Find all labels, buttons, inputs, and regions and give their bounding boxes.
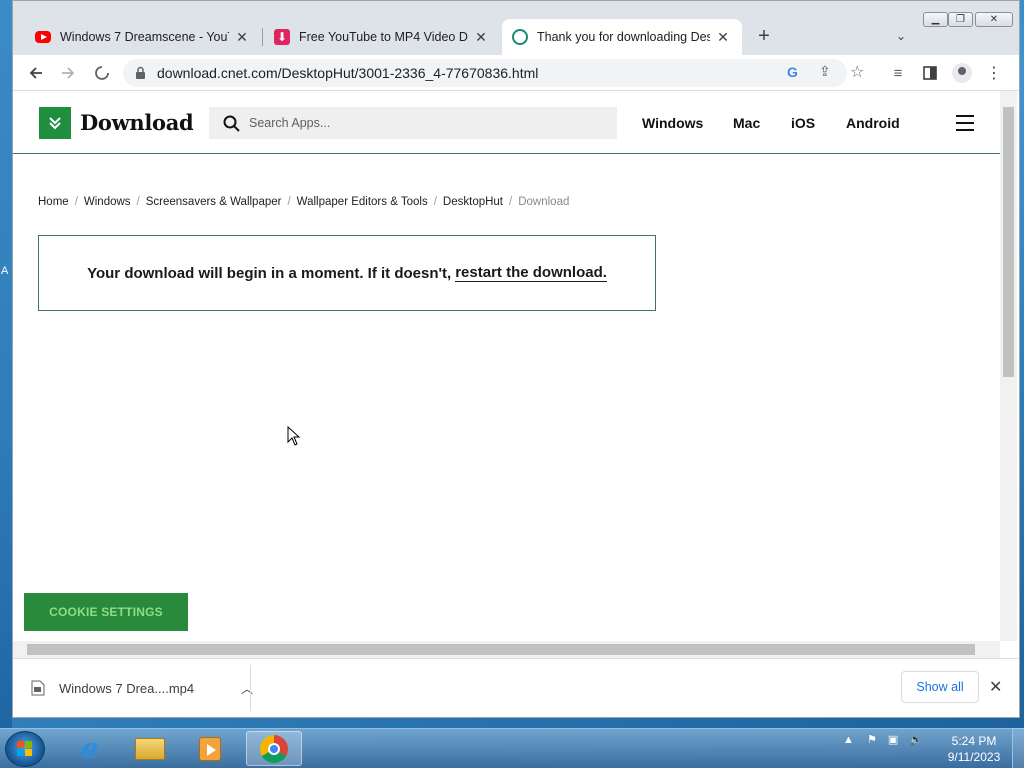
youtube-icon xyxy=(35,31,51,43)
breadcrumb: Home / Windows / Screensavers & Wallpaper / Wa… xyxy=(38,196,570,208)
vertical-scrollbar[interactable] xyxy=(1000,91,1017,641)
cnet-icon xyxy=(512,29,528,45)
back-arrow-icon xyxy=(29,67,42,79)
breadcrumb-home[interactable]: Home xyxy=(38,196,69,208)
horizontal-scrollbar[interactable] xyxy=(13,641,1000,658)
folder-icon xyxy=(135,737,165,760)
download-item[interactable]: Windows 7 Drea....mp4 ︿ xyxy=(31,673,253,703)
avatar-icon xyxy=(952,63,972,83)
url-text[interactable]: download.cnet.com/DesktopHut/3001-2336_4… xyxy=(157,65,538,81)
nav-android[interactable]: Android xyxy=(846,115,900,131)
tab-separator xyxy=(262,28,263,46)
shelf-divider xyxy=(250,665,251,711)
desktop-edge-glyph: A xyxy=(1,265,9,277)
profile-button[interactable] xyxy=(949,60,975,86)
download-logo-icon[interactable] xyxy=(39,107,71,139)
forward-arrow-icon xyxy=(62,67,75,79)
tab-title: Thank you for downloading DesktopHut xyxy=(537,30,710,44)
notice-text: Your download will begin in a moment. If… xyxy=(87,264,452,282)
internet-explorer-icon: e xyxy=(81,732,99,765)
desktop-background xyxy=(0,0,12,728)
tab-search-chevron-icon[interactable]: ⌄ xyxy=(890,25,912,47)
forward-button[interactable] xyxy=(55,60,81,86)
download-arrow-icon: ⬇ xyxy=(274,29,290,45)
browser-toolbar: download.cnet.com/DesktopHut/3001-2336_4… xyxy=(13,55,1019,91)
lock-icon[interactable] xyxy=(135,66,146,80)
network-icon[interactable]: ▣ xyxy=(888,734,898,746)
volume-icon[interactable]: 🔈 xyxy=(909,734,923,746)
search-icon xyxy=(223,115,240,132)
breadcrumb-windows[interactable]: Windows xyxy=(84,196,131,208)
playlist-icon: ≡ xyxy=(893,64,903,82)
close-shelf-icon[interactable]: ✕ xyxy=(989,677,1002,697)
windows-logo-icon xyxy=(17,741,32,756)
show-all-button[interactable]: Show all xyxy=(901,671,979,703)
back-button[interactable] xyxy=(23,60,49,86)
breadcrumb-desktophut[interactable]: DesktopHut xyxy=(443,196,503,208)
browser-window: Windows 7 Dreamscene - YouTube ✕ ⬇ Free … xyxy=(12,0,1020,718)
media-player-taskbar-button[interactable] xyxy=(182,731,238,766)
media-controls-button[interactable]: ≡ xyxy=(885,60,911,86)
tab-mp4-downloader[interactable]: ⬇ Free YouTube to MP4 Video Downloader ✕ xyxy=(264,19,500,55)
breadcrumb-wallpaper-editors[interactable]: Wallpaper Editors & Tools xyxy=(297,196,428,208)
web-page: Download Search Apps... Windows Mac iOS … xyxy=(13,91,1000,641)
internet-explorer-taskbar-button[interactable]: e xyxy=(62,731,118,766)
google-lens-icon[interactable]: G xyxy=(787,64,798,80)
chrome-taskbar-button[interactable] xyxy=(246,731,302,766)
close-tab-icon[interactable]: ✕ xyxy=(233,29,251,46)
download-file-name: Windows 7 Drea....mp4 xyxy=(59,680,195,696)
kebab-menu-icon: ⋮ xyxy=(986,65,1002,82)
site-header: Download Search Apps... Windows Mac iOS … xyxy=(13,91,1000,154)
video-file-icon xyxy=(31,680,45,696)
tab-title: Free YouTube to MP4 Video Downloader xyxy=(299,30,468,44)
clock-time: 5:24 PM xyxy=(951,734,997,748)
chevron-up-icon[interactable]: ︿ xyxy=(241,680,253,697)
breadcrumb-current: Download xyxy=(518,196,570,208)
scrollbar-thumb[interactable] xyxy=(1003,107,1014,377)
scrollbar-thumb[interactable] xyxy=(27,644,975,655)
start-button[interactable] xyxy=(5,731,45,767)
side-panel-icon xyxy=(923,66,937,80)
show-desktop-button[interactable] xyxy=(1012,728,1024,768)
site-logo-text[interactable]: Download xyxy=(80,110,194,135)
chrome-icon xyxy=(260,734,288,763)
nav-mac[interactable]: Mac xyxy=(733,115,760,131)
breadcrumb-screensavers[interactable]: Screensavers & Wallpaper xyxy=(146,196,282,208)
action-center-icon[interactable]: ⚑ xyxy=(867,734,877,746)
minimize-button[interactable]: ▁ xyxy=(923,12,948,27)
file-explorer-taskbar-button[interactable] xyxy=(122,731,178,766)
bookmark-star-icon[interactable]: ☆ xyxy=(850,62,864,82)
system-tray: ▲ ⚑ ▣ 🔈 xyxy=(843,733,923,746)
hamburger-menu-icon[interactable] xyxy=(956,115,974,131)
media-player-icon xyxy=(199,736,221,761)
maximize-button[interactable]: ❐ xyxy=(948,12,973,27)
search-placeholder: Search Apps... xyxy=(249,116,331,130)
tab-youtube[interactable]: Windows 7 Dreamscene - YouTube ✕ xyxy=(25,19,261,55)
browser-menu-button[interactable]: ⋮ xyxy=(981,60,1007,86)
share-icon[interactable]: ⇪ xyxy=(819,63,831,80)
cookie-settings-button[interactable]: COOKIE SETTINGS xyxy=(24,593,188,631)
nav-windows[interactable]: Windows xyxy=(642,115,703,131)
download-shelf: Windows 7 Drea....mp4 ︿ Show all ✕ xyxy=(13,658,1019,717)
tab-title: Windows 7 Dreamscene - YouTube xyxy=(60,30,229,44)
address-bar[interactable]: download.cnet.com/DesktopHut/3001-2336_4… xyxy=(123,59,864,87)
close-tab-icon[interactable]: ✕ xyxy=(472,29,490,46)
close-window-button[interactable]: ✕ xyxy=(975,12,1013,27)
tab-desktophut-download[interactable]: Thank you for downloading DesktopHut ✕ xyxy=(502,19,742,55)
restart-download-link[interactable]: restart the download. xyxy=(455,264,607,282)
taskbar-clock[interactable]: 5:24 PM 9/11/2023 xyxy=(940,733,1008,765)
search-apps-input[interactable]: Search Apps... xyxy=(209,107,617,139)
stop-loading-button[interactable] xyxy=(89,60,115,86)
nav-ios[interactable]: iOS xyxy=(791,115,815,131)
new-tab-button[interactable]: + xyxy=(751,23,777,49)
show-hidden-icons-icon[interactable]: ▲ xyxy=(843,734,854,746)
clock-date: 9/11/2023 xyxy=(947,750,1001,764)
side-panel-button[interactable] xyxy=(917,60,943,86)
download-notice: Your download will begin in a moment. If… xyxy=(38,235,656,311)
tab-strip: Windows 7 Dreamscene - YouTube ✕ ⬇ Free … xyxy=(13,1,1019,55)
loading-spinner-icon xyxy=(95,66,109,80)
close-tab-icon[interactable]: ✕ xyxy=(714,29,732,46)
mouse-cursor-icon xyxy=(287,426,301,446)
